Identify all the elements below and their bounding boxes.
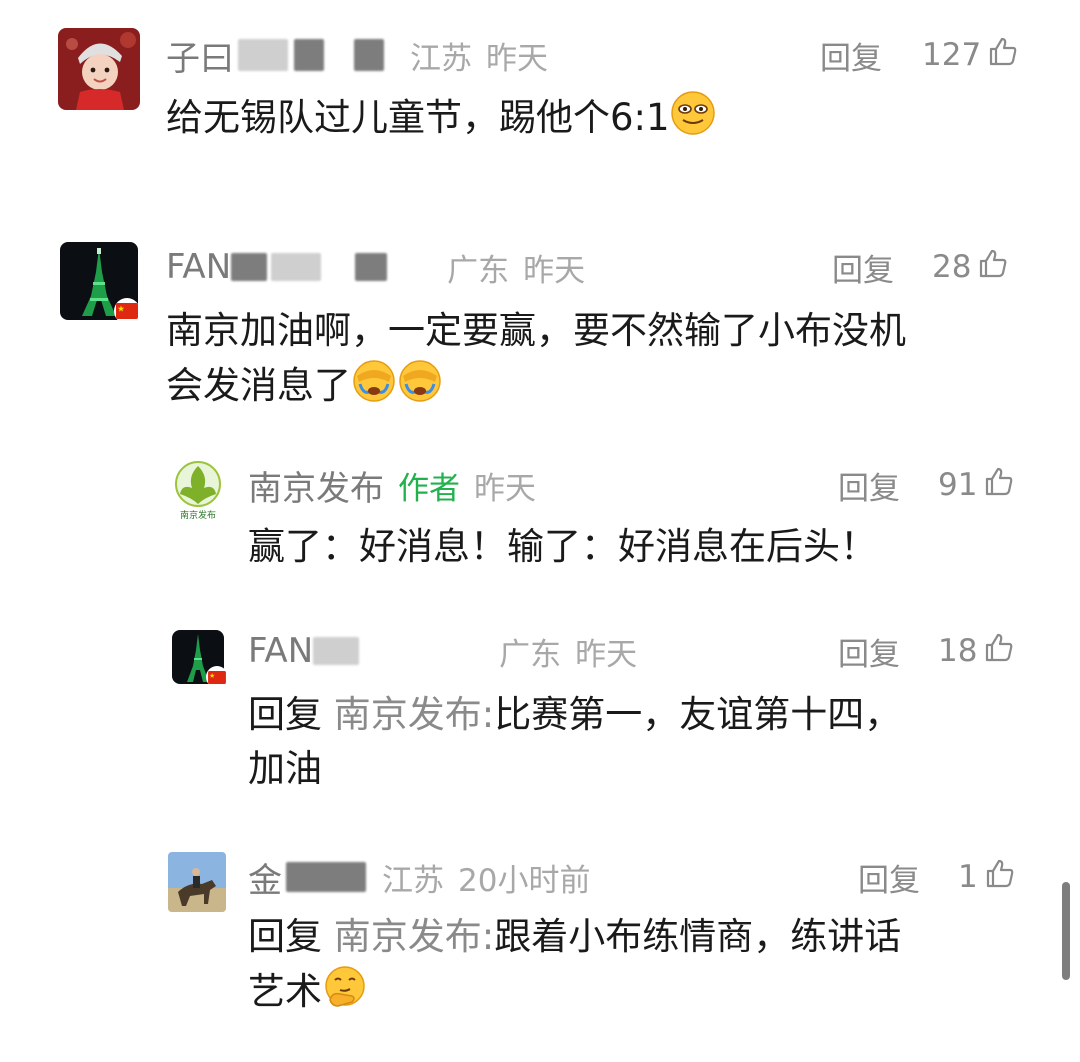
reply-text: 赢了：好消息！输了：好消息在后头！ <box>248 525 877 568</box>
author-badge: 作者 <box>398 470 460 507</box>
reply-item: 金 江苏 20小时前 回复 1 回复 南京发布:跟着小布练情商，练讲话 艺术 <box>0 840 1080 1040</box>
comment-item: 子曰 江苏 昨天 回复 127 给无锡队过儿童节，踢他个6:1 <box>0 0 1080 200</box>
reply-actions: 回复 91 <box>838 460 1015 510</box>
china-flag-badge <box>206 666 228 688</box>
reply-text: 回复 南京发布:比赛第一，友谊第十四， 加油 <box>248 688 901 796</box>
reply-button[interactable]: 回复 <box>838 629 900 674</box>
reply-actions: 回复 18 <box>838 626 1015 676</box>
reply-button[interactable]: 回复 <box>820 33 882 78</box>
like-count[interactable]: 91 <box>938 467 977 503</box>
comment-meta: 子曰 江苏 昨天 <box>166 30 548 80</box>
redacted-name <box>354 39 384 71</box>
comment-actions: 回复 127 <box>820 30 1019 80</box>
reply-meta: 南京发布 作者 昨天 <box>248 460 536 510</box>
username[interactable]: 金 <box>248 853 282 902</box>
like-count[interactable]: 127 <box>922 37 981 73</box>
redacted-name <box>231 253 268 281</box>
mention-link[interactable]: 南京发布: <box>334 915 494 958</box>
location: 江苏 <box>410 40 472 77</box>
reply-text: 回复 南京发布:跟着小布练情商，练讲话 艺术 <box>248 910 901 1025</box>
mention-link[interactable]: 南京发布: <box>334 693 494 736</box>
reply-actions: 回复 1 <box>858 852 1016 902</box>
comment-text: 给无锡队过儿童节，踢他个6:1 <box>166 90 716 151</box>
thumbs-up-icon[interactable] <box>983 465 1015 505</box>
reply-item: 南京发布 南京发布 作者 昨天 回复 91 赢了：好消息！输了：好消息在后头！ <box>0 450 1080 600</box>
thumbs-up-icon[interactable] <box>983 631 1015 671</box>
timestamp: 昨天 <box>486 40 548 77</box>
comment-text-line: 南京加油啊，一定要赢，要不然输了小布没机 <box>166 309 906 352</box>
username[interactable]: FAN <box>248 631 313 671</box>
redacted-name <box>313 637 360 665</box>
reply-prefix: 回复 <box>248 915 322 958</box>
comment-text-line: 会发消息了 <box>166 358 906 419</box>
timestamp: 20小时前 <box>458 862 591 899</box>
reply-meta: 金 江苏 20小时前 <box>248 852 590 902</box>
username[interactable]: 子曰 <box>166 31 234 80</box>
reply-text-content: 跟着小布练情商，练讲话 <box>494 915 902 958</box>
comment-text-content: 会发消息了 <box>166 364 351 407</box>
reply-item: FAN 广东 昨天 回复 18 回复 南京发布:比赛第一，友谊第十四， 加油 <box>0 620 1080 820</box>
scrollbar[interactable] <box>1062 882 1070 980</box>
username[interactable]: FAN <box>166 247 231 287</box>
like-count[interactable]: 1 <box>958 859 978 895</box>
reply-text-content: 艺术 <box>248 970 322 1013</box>
thumbs-up-icon[interactable] <box>984 857 1016 897</box>
username[interactable]: 南京发布 <box>248 461 384 510</box>
timestamp: 昨天 <box>575 636 638 673</box>
avatar[interactable] <box>58 28 140 110</box>
location: 江苏 <box>382 862 444 899</box>
grinning-sweat-emoji <box>670 90 716 151</box>
comment-meta: FAN 广东 昨天 <box>166 242 585 292</box>
thinking-hand-emoji <box>322 964 368 1025</box>
like-count[interactable]: 28 <box>932 249 971 285</box>
location: 广东 <box>499 636 562 673</box>
reply-text-content: 比赛第一，友谊第十四， <box>494 693 902 736</box>
reply-button[interactable]: 回复 <box>858 855 920 900</box>
redacted-name <box>238 39 288 71</box>
reply-text-line: 艺术 <box>248 964 901 1025</box>
timestamp: 昨天 <box>474 470 536 507</box>
avatar-brand-label: 南京发布 <box>180 509 216 521</box>
avatar[interactable] <box>168 852 226 912</box>
location: 广东 <box>447 252 510 289</box>
reply-button[interactable]: 回复 <box>838 463 900 508</box>
reply-prefix: 回复 <box>248 693 322 736</box>
redacted-name <box>286 862 366 892</box>
redacted-name <box>294 39 324 71</box>
comment-text: 南京加油啊，一定要赢，要不然输了小布没机 会发消息了 <box>166 304 906 419</box>
reply-text-line: 加油 <box>248 747 322 790</box>
reply-button[interactable]: 回复 <box>832 245 894 290</box>
reply-meta: FAN 广东 昨天 <box>248 626 637 676</box>
thumbs-up-icon[interactable] <box>977 247 1009 287</box>
facepalm-crying-emoji <box>351 358 397 419</box>
facepalm-crying-emoji <box>397 358 443 419</box>
redacted-name <box>271 253 322 281</box>
reply-text-line: 回复 南京发布:跟着小布练情商，练讲话 <box>248 910 901 964</box>
redacted-name <box>355 253 388 281</box>
comment-actions: 回复 28 <box>832 242 1009 292</box>
reply-text-line: 回复 南京发布:比赛第一，友谊第十四， <box>248 688 901 742</box>
avatar[interactable]: 南京发布 <box>170 458 226 522</box>
timestamp: 昨天 <box>523 252 586 289</box>
like-count[interactable]: 18 <box>938 633 977 669</box>
comment-text-content: 给无锡队过儿童节，踢他个6:1 <box>166 96 670 139</box>
china-flag-badge <box>114 298 140 324</box>
thumbs-up-icon[interactable] <box>987 35 1019 75</box>
comment-item: FAN 广东 昨天 回复 28 南京加油啊，一定要赢，要不然输了小布没机 会发消… <box>0 230 1080 450</box>
